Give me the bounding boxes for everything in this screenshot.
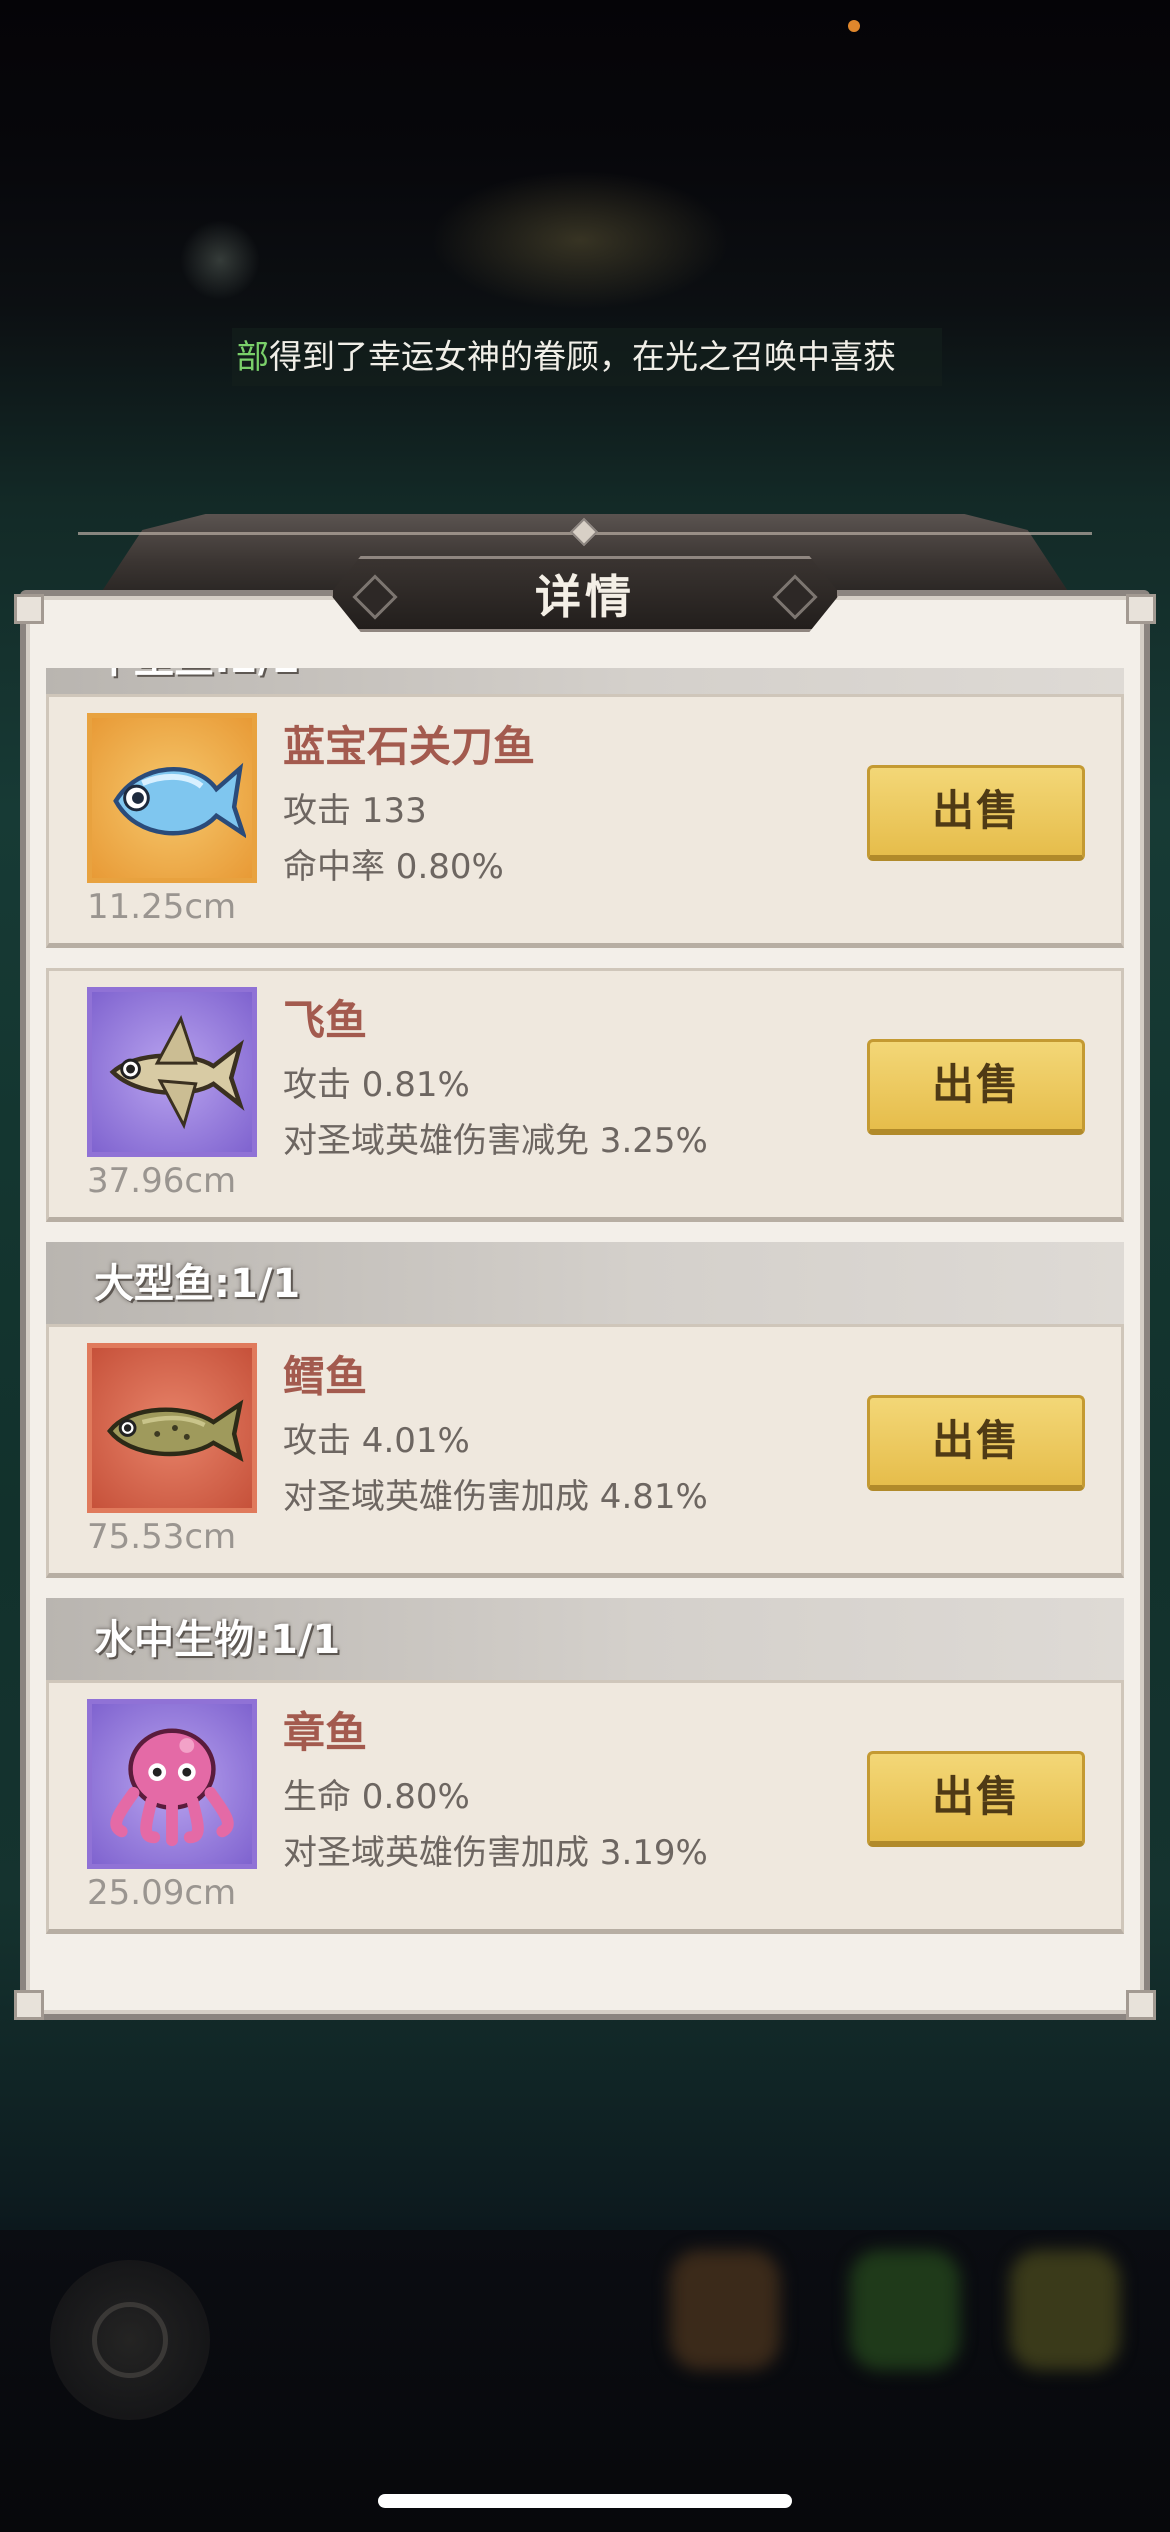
background-light — [180, 220, 260, 300]
diamond-ornament — [772, 574, 818, 620]
fish-size: 37.96cm — [87, 1161, 237, 1201]
fish-icon-frame — [87, 713, 257, 883]
fish-name: 章鱼 — [283, 1708, 368, 1757]
fish-icon-frame — [87, 1343, 257, 1513]
announcement-ticker: 部得到了幸运女神的眷顾，在光之召唤中喜获 — [232, 328, 942, 386]
flying-fish-icon — [109, 1014, 245, 1130]
fish-card: 25.09cm 章鱼 生命 0.80% 对圣域英雄伤害加成 3.19% 出售 — [46, 1680, 1124, 1934]
sell-button[interactable]: 出售 — [867, 1751, 1085, 1847]
dialog-title: 详情 — [535, 570, 635, 624]
fish-stat: 攻击 4.01% — [283, 1421, 470, 1461]
fish-stat: 对圣域英雄伤害加成 4.81% — [283, 1477, 708, 1517]
sell-button[interactable]: 出售 — [867, 1039, 1085, 1135]
sell-button[interactable]: 出售 — [867, 765, 1085, 861]
fish-stat: 对圣域英雄伤害加成 3.19% — [283, 1833, 708, 1873]
fish-icon-frame — [87, 987, 257, 1157]
fish-card: 37.96cm 飞鱼 攻击 0.81% 对圣域英雄伤害减免 3.25% 出售 — [46, 968, 1124, 1222]
fish-stat: 命中率 0.80% — [283, 847, 504, 887]
bottom-menu-icon[interactable] — [1010, 2250, 1120, 2370]
section-header-medium: 中型鱼:2/2 — [46, 668, 1124, 696]
fish-name: 飞鱼 — [283, 996, 368, 1045]
diamond-ornament — [352, 574, 398, 620]
fish-stat: 攻击 133 — [283, 791, 427, 831]
fish-stat: 生命 0.80% — [283, 1777, 470, 1817]
fish-card: 75.53cm 鳕鱼 攻击 4.01% 对圣域英雄伤害加成 4.81% 出售 — [46, 1324, 1124, 1578]
section-header-label: 中型鱼:2/2 — [94, 668, 300, 684]
ticker-text: 得到了幸运女神的眷顾，在光之召唤中喜获 — [269, 337, 896, 376]
home-indicator[interactable] — [378, 2494, 792, 2508]
octopus-icon — [110, 1728, 234, 1847]
section-header-aquatic: 水中生物:1/1 — [46, 1598, 1124, 1682]
fish-name: 鳕鱼 — [283, 1352, 368, 1401]
bottom-menu-icon[interactable] — [670, 2250, 780, 2370]
section-header-label: 水中生物:1/1 — [94, 1617, 341, 1663]
recording-indicator — [848, 20, 860, 32]
fish-name: 蓝宝石关刀鱼 — [283, 722, 536, 771]
bottom-menu-icon[interactable] — [850, 2250, 960, 2370]
sapphire-fish-icon — [113, 762, 246, 839]
background-glow — [430, 170, 730, 310]
fish-list[interactable]: 中型鱼:2/2 11.25cm 蓝宝石关刀鱼 攻击 133 命中率 0.80% … — [44, 668, 1126, 1948]
corner-ornament — [1126, 1990, 1156, 2020]
fish-size: 11.25cm — [87, 887, 237, 927]
dialog-title-plate: 详情 — [330, 556, 840, 632]
fish-icon-frame — [87, 1699, 257, 1869]
cod-fish-icon — [107, 1399, 244, 1463]
fish-stat: 对圣域英雄伤害减免 3.25% — [283, 1121, 708, 1161]
section-header-large: 大型鱼:1/1 — [46, 1242, 1124, 1326]
corner-ornament — [1126, 594, 1156, 624]
fish-stat: 攻击 0.81% — [283, 1065, 470, 1105]
corner-ornament — [14, 594, 44, 624]
section-header-label: 大型鱼:1/1 — [94, 1261, 301, 1307]
fish-size: 25.09cm — [87, 1873, 237, 1913]
ticker-edge-text: 部 — [236, 337, 269, 376]
menu-round-icon — [92, 2302, 168, 2378]
sell-button[interactable]: 出售 — [867, 1395, 1085, 1491]
corner-ornament — [14, 1990, 44, 2020]
fish-size: 75.53cm — [87, 1517, 237, 1557]
fish-card: 11.25cm 蓝宝石关刀鱼 攻击 133 命中率 0.80% 出售 — [46, 694, 1124, 948]
